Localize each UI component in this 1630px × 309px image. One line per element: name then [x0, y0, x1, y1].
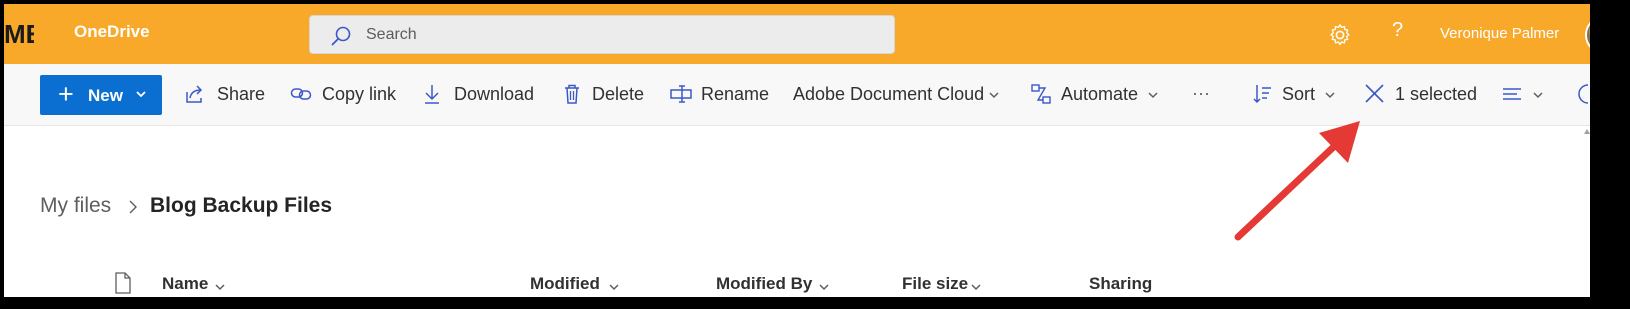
column-header-label: File size: [902, 274, 969, 293]
chevron-down-icon: [1325, 92, 1335, 99]
brand-logo-fragment: ME: [4, 12, 34, 56]
column-header-sharing[interactable]: Sharing: [1089, 274, 1169, 294]
chevron-down-icon: [1148, 92, 1158, 99]
download-label: Download: [454, 84, 535, 104]
gear-icon[interactable]: [1328, 23, 1352, 47]
download-icon: [425, 85, 439, 104]
command-bar: + New Share Copy link Download Delete Re…: [4, 64, 1590, 126]
rename-icon: [670, 85, 692, 103]
sort-icon: [1253, 85, 1271, 104]
chevron-down-icon: [1533, 92, 1543, 99]
view-options-icon: [1503, 88, 1521, 100]
adobe-document-cloud-menu[interactable]: Adobe Document Cloud: [793, 83, 1005, 107]
top-header: ME OneDrive Search ? Veronique Palmer: [4, 4, 1590, 64]
column-header-modified-by[interactable]: Modified By: [716, 274, 846, 294]
user-name[interactable]: Veronique Palmer: [1440, 25, 1559, 42]
share-icon: [186, 85, 203, 103]
info-icon[interactable]: [1578, 83, 1588, 105]
selected-count-label: 1 selected: [1395, 84, 1478, 104]
breadcrumb-root[interactable]: My files: [40, 194, 111, 218]
file-type-icon[interactable]: [114, 272, 132, 294]
chevron-down-icon: [215, 284, 225, 291]
view-options-menu[interactable]: [1502, 83, 1546, 107]
automate-icon: [1031, 84, 1051, 104]
share-button[interactable]: Share: [184, 83, 266, 107]
column-header-label: Name: [162, 274, 209, 293]
annotation-arrow: [1234, 121, 1360, 241]
column-header-label: Sharing: [1089, 274, 1153, 293]
search-box[interactable]: Search: [309, 15, 895, 54]
chevron-down-icon: [136, 91, 146, 98]
new-button-label: New: [88, 86, 123, 105]
delete-button[interactable]: Delete: [562, 83, 652, 107]
copy-link-label: Copy link: [322, 84, 397, 104]
column-header-label: Modified: [530, 274, 600, 293]
column-header-name[interactable]: Name: [162, 274, 242, 294]
adobe-document-cloud-label: Adobe Document Cloud: [793, 84, 985, 104]
rename-button[interactable]: Rename: [670, 83, 774, 107]
new-button[interactable]: + New: [40, 75, 162, 115]
search-placeholder: Search: [366, 26, 417, 43]
clear-selection-button[interactable]: 1 selected: [1364, 83, 1478, 107]
column-header-file-size[interactable]: File size: [902, 274, 1002, 294]
plus-icon: +: [58, 79, 74, 109]
chevron-down-icon: [819, 284, 829, 291]
breadcrumb-current: Blog Backup Files: [150, 194, 333, 217]
download-button[interactable]: Download: [422, 83, 540, 107]
sort-menu[interactable]: Sort: [1252, 83, 1338, 107]
link-icon: [290, 88, 312, 100]
chevron-down-icon: [609, 284, 619, 291]
search-icon: [331, 26, 351, 46]
column-header-label: Modified By: [716, 274, 813, 293]
delete-label: Delete: [592, 84, 645, 104]
app-frame: ME OneDrive Search ? Veronique Palmer + …: [0, 0, 1630, 309]
chevron-right-icon: [129, 200, 137, 214]
chevron-down-icon: [971, 284, 981, 291]
avatar[interactable]: [1585, 16, 1590, 54]
automate-menu[interactable]: Automate: [1030, 83, 1160, 107]
more-options-button[interactable]: ···: [1192, 83, 1222, 107]
chevron-down-icon: [989, 92, 999, 99]
automate-label: Automate: [1061, 84, 1139, 104]
copy-link-button[interactable]: Copy link: [290, 83, 400, 107]
trash-icon: [565, 84, 579, 104]
app-name[interactable]: OneDrive: [74, 22, 150, 42]
share-label: Share: [217, 84, 266, 104]
close-icon: [1365, 84, 1384, 103]
help-icon[interactable]: ?: [1392, 19, 1403, 42]
sort-label: Sort: [1282, 84, 1316, 104]
scrollbar[interactable]: [1584, 126, 1590, 306]
column-header-modified[interactable]: Modified: [530, 274, 630, 294]
rename-label: Rename: [701, 84, 770, 104]
